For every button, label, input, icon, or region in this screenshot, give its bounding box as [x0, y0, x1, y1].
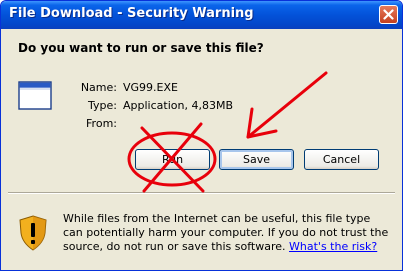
application-file-icon [18, 81, 52, 110]
window-title: File Download - Security Warning [9, 6, 254, 21]
file-download-dialog: File Download - Security Warning Do you … [0, 0, 403, 271]
file-from-label: From: [86, 117, 117, 130]
warning-message: While files from the Internet can be use… [63, 212, 393, 254]
close-button[interactable] [379, 5, 398, 24]
file-name-value: VG99.EXE [123, 81, 178, 94]
save-button[interactable]: Save [219, 149, 294, 170]
prompt-question: Do you want to run or save this file? [18, 41, 264, 55]
file-type-label: Type: [88, 99, 117, 112]
warning-shield-icon [19, 215, 47, 251]
close-icon [383, 9, 394, 20]
file-type-value: Application, 4,83MB [123, 99, 233, 112]
dialog-body: Do you want to run or save this file? Na… [4, 29, 399, 269]
cancel-button[interactable]: Cancel [304, 149, 379, 170]
run-button[interactable]: Run [135, 149, 210, 170]
title-bar[interactable]: File Download - Security Warning [1, 1, 402, 29]
divider [8, 192, 395, 194]
whats-the-risk-link[interactable]: What's the risk? [289, 240, 377, 253]
file-name-label: Name: [80, 81, 117, 94]
